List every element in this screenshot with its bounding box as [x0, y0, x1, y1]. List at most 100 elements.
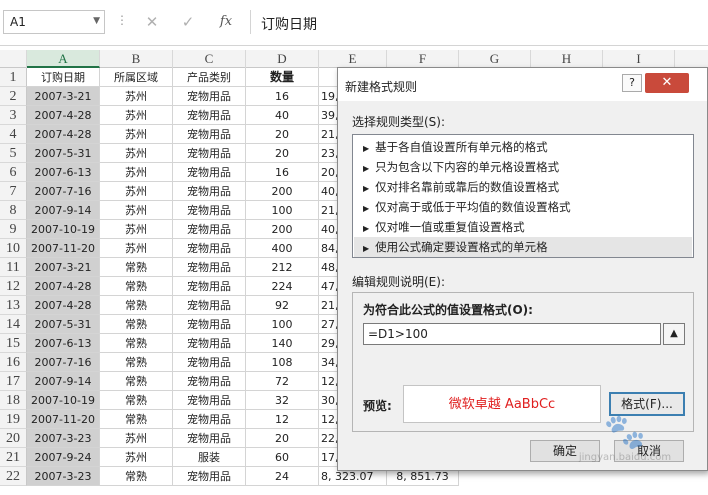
row-header[interactable]: 8 — [0, 201, 27, 220]
cell-b[interactable]: 常熟 — [100, 277, 173, 296]
cell-d[interactable]: 32 — [246, 391, 319, 410]
cell-b[interactable]: 苏州 — [100, 239, 173, 258]
cell-d[interactable]: 140 — [246, 334, 319, 353]
collapse-dialog-icon[interactable]: ▲ — [663, 323, 685, 345]
row-header[interactable]: 1 — [0, 68, 27, 87]
cell-b[interactable]: 苏州 — [100, 144, 173, 163]
cell-a[interactable]: 2007-9-14 — [27, 372, 100, 391]
row-header[interactable]: 10 — [0, 239, 27, 258]
cell-d[interactable]: 12 — [246, 410, 319, 429]
row-header[interactable]: 21 — [0, 448, 27, 467]
cell-a[interactable]: 2007-4-28 — [27, 277, 100, 296]
cell-c[interactable]: 宠物用品 — [173, 239, 246, 258]
row-header[interactable]: 16 — [0, 353, 27, 372]
cell-a[interactable]: 2007-3-21 — [27, 87, 100, 106]
confirm-icon[interactable]: ✓ — [170, 9, 206, 35]
cell-c[interactable]: 宠物用品 — [173, 353, 246, 372]
cell-c[interactable]: 宠物用品 — [173, 315, 246, 334]
row-header[interactable]: 11 — [0, 258, 27, 277]
cell-c[interactable]: 宠物用品 — [173, 163, 246, 182]
cell-a[interactable]: 2007-5-31 — [27, 315, 100, 334]
cell-b[interactable]: 苏州 — [100, 429, 173, 448]
cell-d[interactable]: 24 — [246, 467, 319, 486]
row-header[interactable]: 9 — [0, 220, 27, 239]
cancel-icon[interactable]: ✕ — [134, 9, 170, 35]
cell-d[interactable]: 72 — [246, 372, 319, 391]
cell-c[interactable]: 宠物用品 — [173, 277, 246, 296]
row-header[interactable]: 17 — [0, 372, 27, 391]
cell-d[interactable]: 224 — [246, 277, 319, 296]
cell-b[interactable]: 苏州 — [100, 220, 173, 239]
cell-d[interactable]: 20 — [246, 429, 319, 448]
cell-c[interactable]: 宠物用品 — [173, 334, 246, 353]
cell-d[interactable]: 数量 — [246, 68, 319, 87]
cell-d[interactable]: 20 — [246, 144, 319, 163]
cell-d[interactable]: 100 — [246, 201, 319, 220]
cell-d[interactable]: 200 — [246, 182, 319, 201]
cell-b[interactable]: 所属区域 — [100, 68, 173, 87]
cell-d[interactable]: 108 — [246, 353, 319, 372]
cell-a[interactable]: 订购日期 — [27, 68, 100, 87]
cell-d[interactable]: 92 — [246, 296, 319, 315]
row-header[interactable]: 3 — [0, 106, 27, 125]
row-header[interactable]: 18 — [0, 391, 27, 410]
cell-a[interactable]: 2007-10-19 — [27, 391, 100, 410]
cell-b[interactable]: 常熟 — [100, 315, 173, 334]
cell-c[interactable]: 宠物用品 — [173, 125, 246, 144]
rule-type-item[interactable]: ▶ 仅对唯一值或重复值设置格式 — [354, 217, 692, 237]
column-header[interactable]: D — [246, 50, 319, 68]
help-button[interactable]: ? — [622, 74, 642, 92]
cell-d[interactable]: 200 — [246, 220, 319, 239]
cell-a[interactable]: 2007-10-19 — [27, 220, 100, 239]
rule-formula-input[interactable]: =D1>100 — [363, 323, 661, 345]
cell-b[interactable]: 常熟 — [100, 296, 173, 315]
cell-d[interactable]: 40 — [246, 106, 319, 125]
cell-c[interactable]: 宠物用品 — [173, 258, 246, 277]
column-header[interactable]: F — [387, 50, 459, 68]
cell-d[interactable]: 16 — [246, 87, 319, 106]
row-header[interactable]: 6 — [0, 163, 27, 182]
cell-a[interactable]: 2007-3-23 — [27, 467, 100, 486]
row-header[interactable]: 7 — [0, 182, 27, 201]
cell-b[interactable]: 苏州 — [100, 87, 173, 106]
cell-a[interactable]: 2007-5-31 — [27, 144, 100, 163]
cell-d[interactable]: 60 — [246, 448, 319, 467]
cell-c[interactable]: 宠物用品 — [173, 410, 246, 429]
cell-a[interactable]: 2007-4-28 — [27, 125, 100, 144]
formula-input[interactable]: 订购日期 — [250, 10, 708, 34]
rule-type-item[interactable]: ▶ 仅对排名靠前或靠后的数值设置格式 — [354, 177, 692, 197]
cell-b[interactable]: 常熟 — [100, 372, 173, 391]
cell-b[interactable]: 常熟 — [100, 334, 173, 353]
cell-a[interactable]: 2007-7-16 — [27, 182, 100, 201]
row-header[interactable]: 2 — [0, 87, 27, 106]
column-header[interactable]: A — [27, 50, 100, 68]
insert-function-icon[interactable]: fx — [208, 9, 244, 35]
cell-b[interactable]: 苏州 — [100, 163, 173, 182]
column-header[interactable]: G — [459, 50, 531, 68]
rule-type-item[interactable]: ▶ 只为包含以下内容的单元格设置格式 — [354, 157, 692, 177]
cell-b[interactable]: 苏州 — [100, 106, 173, 125]
rule-type-item[interactable]: ▶ 基于各自值设置所有单元格的格式 — [354, 137, 692, 157]
column-header[interactable]: I — [603, 50, 675, 68]
cell-b[interactable]: 苏州 — [100, 448, 173, 467]
cell-a[interactable]: 2007-3-23 — [27, 429, 100, 448]
column-header[interactable]: B — [100, 50, 173, 68]
cell-a[interactable]: 2007-6-13 — [27, 334, 100, 353]
cell-a[interactable]: 2007-4-28 — [27, 106, 100, 125]
column-header[interactable]: H — [531, 50, 603, 68]
row-header[interactable]: 5 — [0, 144, 27, 163]
cell-b[interactable]: 常熟 — [100, 353, 173, 372]
cell-c[interactable]: 宠物用品 — [173, 106, 246, 125]
cell-b[interactable]: 苏州 — [100, 201, 173, 220]
cell-a[interactable]: 2007-9-14 — [27, 201, 100, 220]
cell-c[interactable]: 宠物用品 — [173, 201, 246, 220]
close-button[interactable]: ✕ — [645, 73, 689, 93]
row-header[interactable]: 20 — [0, 429, 27, 448]
row-header[interactable]: 14 — [0, 315, 27, 334]
cell-b[interactable]: 常熟 — [100, 258, 173, 277]
cell-b[interactable]: 苏州 — [100, 125, 173, 144]
cell-d[interactable]: 16 — [246, 163, 319, 182]
row-header[interactable]: 13 — [0, 296, 27, 315]
name-box[interactable]: A1 ▼ — [3, 10, 105, 34]
cell-b[interactable]: 常熟 — [100, 391, 173, 410]
